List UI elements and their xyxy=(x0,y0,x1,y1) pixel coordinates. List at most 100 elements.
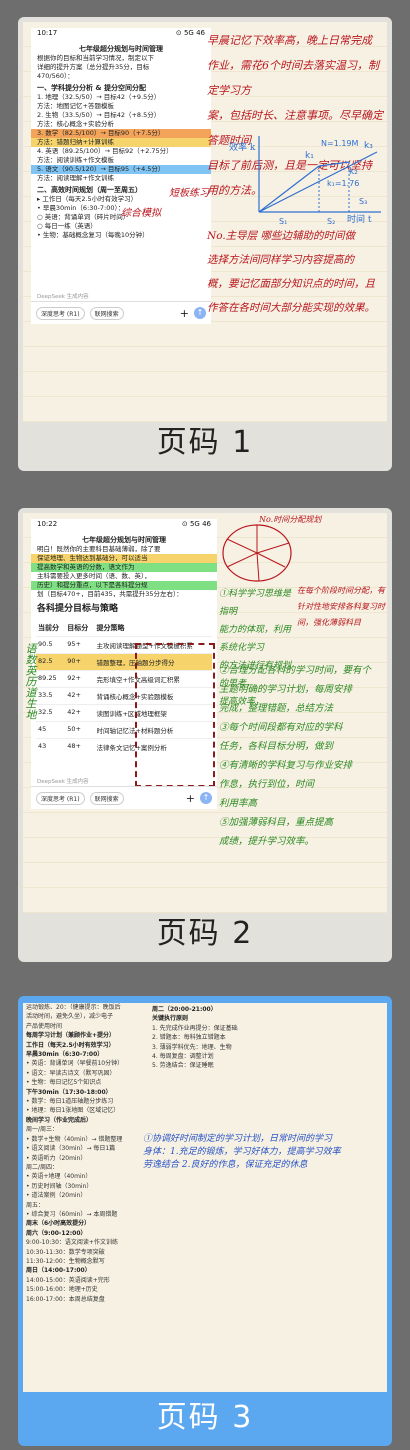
status-icons: ⊙ 5G 46 xyxy=(175,29,205,37)
chat-line-highlight: 历史）和提分重点，以下是各科提分规 xyxy=(31,581,217,590)
document-line: 1. 先完成作业再提分：保证基础 xyxy=(152,1024,238,1032)
hand-line: ⑤加强薄弱科目，重点提高 xyxy=(219,817,334,828)
hand-line: ③每个时间段都有对应的学科 xyxy=(219,722,343,733)
chat-line-highlight: 保证地理、生物达到基础分，可以适当 xyxy=(31,554,217,563)
pie-caption: No.时间分配规划 xyxy=(259,515,322,524)
chat-line: ○ 每日一练（英语） xyxy=(37,222,97,230)
chat-line: 方法：阅读理解+作文训练 xyxy=(37,174,114,182)
chat-line: 方法：地图记忆+答题模板 xyxy=(37,102,114,110)
hand-line: 劳逸结合 2.良好的作息，保证充足的休息 xyxy=(143,1160,308,1170)
document-line: 11:30-12:00：生物概念默写 xyxy=(26,1257,105,1265)
send-icon[interactable]: ↑ xyxy=(200,792,212,804)
table-cell: 42+ xyxy=(65,687,95,705)
side-mark: 短板练习 xyxy=(169,188,209,199)
hand-line: ④有清晰的学科复习与作业安排 xyxy=(219,760,353,771)
hand-line: 完成，整理错题，总结方法 xyxy=(219,703,334,714)
hand-line: 利用率高 xyxy=(219,798,258,809)
table-cell: 33.5 xyxy=(36,687,66,705)
table-cell: 45 xyxy=(36,721,66,739)
table-cell: 90+ xyxy=(65,653,95,671)
page-number-label: 页码 2 xyxy=(156,916,254,951)
hand-line: 概，要记忆面部分知识点的时间，且 xyxy=(207,278,375,290)
document-line: • 英语听力（20min） xyxy=(26,1154,87,1162)
hand-line: 能力的体现，利用系统化学习 xyxy=(219,625,292,653)
chart-y-label: 效率 k xyxy=(229,141,256,153)
table-header: 目标分 xyxy=(67,624,89,632)
document-line: 14:00-15:00：英语阅读+完形 xyxy=(26,1276,110,1284)
document-page: 运动锻炼、20：（健康提示：晚饭后 活动时间，避免久坐），减少电子 产品使用时间 每周… xyxy=(23,1003,387,1392)
document-line: • 地理：每日1张地图（区域记忆） xyxy=(26,1107,120,1115)
hand-line: 任务，各科目标分明，做到 xyxy=(219,741,334,752)
chat-line: 明白！既然你的主要科目基础薄弱，除了要 xyxy=(37,545,161,553)
chart-annotation: N=1.19M xyxy=(321,139,359,148)
document-line: • 历史时间轴（30min） xyxy=(26,1182,93,1190)
document-line: 周二（20:00-21:00） xyxy=(152,1006,217,1013)
document-line: 工作日（每天2.5小时有效学习） xyxy=(26,1041,115,1049)
chat-line: 主科需要投入更多时间（语、数、英）， xyxy=(37,572,151,580)
chat-line: 1. 地理（32.5/50）→ 目标42（+9.5分） xyxy=(37,93,161,101)
handwritten-notes-blue: ①协调好时间制定的学习计划，日常时间的学习 身体：1.充足的锻炼，学习好体力，提… xyxy=(143,1133,387,1172)
document-line: 3. 薄弱学科优先：地理、生物 xyxy=(152,1043,232,1051)
chat-title: 七年级超分规划与时间管理 xyxy=(79,45,163,53)
table-cell: 82.5 xyxy=(36,653,66,671)
chat-title: 七年级超分规划与时间管理 xyxy=(82,536,166,544)
hand-line: 选择方法间同样学习内容提高的 xyxy=(207,254,354,266)
chat-line-highlight: 3. 数学（82.5/100）→ 目标90（+7.5分） xyxy=(31,129,211,138)
phone-screenshot-2: 10:22 ⊙ 5G 46 七年级超分规划与时间管理 明白！既然你的主要科目基础… xyxy=(31,519,217,809)
chat-line: 2. 生物（33.5/50）→ 目标42（+8.5分） xyxy=(37,111,161,119)
document-line: 4. 每周复盘：调整计划 xyxy=(152,1053,214,1061)
document-line: • 道法案例（20min） xyxy=(26,1192,87,1200)
web-search-button[interactable]: 联网搜索 xyxy=(89,306,124,320)
table-header-row: 当前分 目标分 提分策略 xyxy=(36,620,212,637)
document-left-column: 运动锻炼、20：（健康提示：晚饭后 活动时间，避免久坐），减少电子 产品使用时间 每周… xyxy=(23,1003,143,1304)
deep-think-button[interactable]: 深度思考 (R1) xyxy=(36,791,85,805)
table-cell: 95+ xyxy=(65,636,95,654)
send-icon[interactable]: ↑ xyxy=(194,307,206,319)
web-search-button[interactable]: 联网搜索 xyxy=(89,791,124,805)
status-icons: ⊙ 5G 46 xyxy=(181,520,211,528)
table-cell: 50+ xyxy=(65,721,95,739)
document-line: • 数学：每日1道压轴题分步练习 xyxy=(26,1098,114,1106)
side-mark: 综合模拟 xyxy=(121,208,161,219)
chat-input-bar: 深度思考 (R1) 联网搜索 + ↑ xyxy=(31,786,217,809)
page-thumbnail-2[interactable]: 10:22 ⊙ 5G 46 七年级超分规划与时间管理 明白！既然你的主要科目基础… xyxy=(18,508,392,962)
chart-s3: S₃ xyxy=(359,197,367,206)
table-cell: 48+ xyxy=(65,738,95,755)
table-cell: 92+ xyxy=(65,670,95,688)
deep-think-button[interactable]: 深度思考 (R1) xyxy=(36,306,85,320)
chat-line-highlight: 5. 语文（90.5/120）→ 目标95（+4.5分） xyxy=(31,165,211,174)
hand-line: ①科学学习思维是指明 xyxy=(219,589,292,617)
hand-line: 早晨记忆下效率高，晚上日常完成 xyxy=(207,34,372,47)
plus-icon[interactable]: + xyxy=(180,307,189,320)
hand-line: 主题明确的学习计划，每周安排 xyxy=(219,684,353,695)
chart-k2: k₂ xyxy=(349,167,358,177)
table-cell: 32.5 xyxy=(36,704,66,722)
phone-screenshot-1: 10:17 ⊙ 5G 46 七年级超分规划与时间管理 根据你的目标和当前学习情况… xyxy=(31,28,211,324)
hand-line: 身体：1.充足的锻炼，学习好体力，提高学习效率 xyxy=(143,1147,341,1157)
document-line: 下午30min（17:30-18:00） xyxy=(26,1088,112,1096)
hand-line: 成绩，提升学习效率。 xyxy=(219,836,315,847)
ai-disclaimer: DeepSeek 生成内容 xyxy=(37,779,89,785)
document-line: 5. 劳逸结合：保证睡眠 xyxy=(152,1062,214,1070)
table-cell: 42+ xyxy=(65,704,95,722)
pie-right-note: 在每个阶段时间分配，有针对性地安排各科复习时间，强化薄弱科目 xyxy=(297,586,385,627)
chart-annotation: k₁=1.76 xyxy=(327,179,359,188)
document-line: • 语文阅读（30min）→ 每日1篇 xyxy=(26,1145,116,1153)
chat-line: 划（目标470+，目前435，共需提升35分左右）： xyxy=(37,590,183,598)
page-thumbnail-1[interactable]: 10:17 ⊙ 5G 46 七年级超分规划与时间管理 根据你的目标和当前学习情况… xyxy=(18,17,392,471)
document-line: 周一/周三： xyxy=(26,1126,59,1134)
plus-icon[interactable]: + xyxy=(186,792,195,805)
document-line: 周二/周四： xyxy=(26,1163,59,1171)
page-content-3: 运动锻炼、20：（健康提示：晚饭后 活动时间，避免久坐），减少电子 产品使用时间 每周… xyxy=(23,1003,387,1392)
document-line: 周五： xyxy=(26,1201,45,1209)
page-thumbnail-3-selected[interactable]: 运动锻炼、20：（健康提示：晚饭后 活动时间，避免久坐），减少电子 产品使用时间 每周… xyxy=(18,996,392,1446)
chat-line: 方法：核心概念+实验分析 xyxy=(37,120,114,128)
document-line: • 综合复习（60min）→ 本周错题 xyxy=(26,1210,118,1218)
document-line: 16:00-17:00：本周总结复盘 xyxy=(26,1295,105,1303)
chat-line: • 生物：基础概念复习（每晚10分钟） xyxy=(37,231,149,239)
document-line: 周末（6小时高效提分） xyxy=(26,1220,91,1228)
handwritten-notes-bottom: No.主导层 哪些边辅助的时间做 选择方法间同样学习内容提高的 概，要记忆面部分… xyxy=(207,224,385,320)
chat-line: 4. 英语（89.25/100）→ 目标92（+2.75分） xyxy=(37,147,173,155)
chat-line-highlight: 提高数学和英语的分数，语文作为 xyxy=(31,563,217,572)
document-line: 活动时间，避免久坐），减少电子 xyxy=(26,1013,114,1021)
